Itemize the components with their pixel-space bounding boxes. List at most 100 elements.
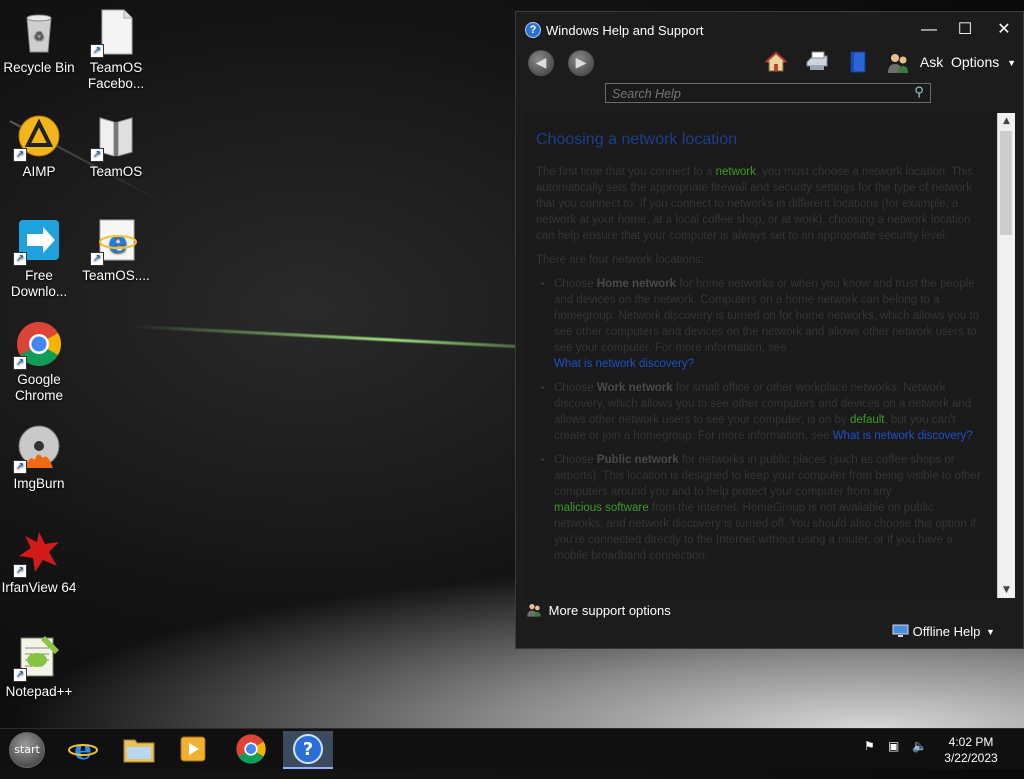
forward-button[interactable]: ▶ — [568, 50, 594, 76]
item-bold: Public network — [596, 454, 679, 466]
svg-text:♻: ♻ — [34, 29, 45, 43]
desktop-icon-teamos-facebook[interactable]: ↗ TeamOS Facebo... — [78, 8, 154, 92]
article-heading: Choosing a network location — [536, 131, 738, 148]
shortcut-arrow-icon: ↗ — [13, 148, 27, 162]
notepad-icon: ↗ — [13, 632, 63, 682]
disc-fire-icon: ↗ — [13, 424, 63, 474]
document-icon: ↗ — [90, 8, 140, 58]
shortcut-arrow-icon: ↗ — [13, 252, 27, 266]
svg-text:?: ? — [303, 739, 313, 760]
shortcut-arrow-icon: ↗ — [13, 564, 27, 578]
desktop-icon-label: Recycle Bin — [3, 60, 75, 75]
desktop-icon-label: TeamOS — [89, 164, 143, 179]
aimp-icon: ↗ — [13, 112, 63, 162]
internet-explorer-icon: e — [68, 733, 98, 766]
taskbar-file-explorer[interactable] — [121, 731, 157, 767]
back-button[interactable]: ◀ — [528, 50, 554, 76]
scroll-up-icon[interactable]: ▲ — [998, 113, 1015, 129]
media-player-icon — [180, 736, 206, 762]
svg-text:e: e — [74, 733, 92, 765]
desktop-icon-irfanview[interactable]: ↗ IrfanView 64 — [1, 528, 77, 596]
browse-help-button[interactable] — [848, 48, 868, 76]
volume-muted-icon[interactable]: 🔈 — [912, 739, 927, 753]
desktop-icon-label: IrfanView 64 — [1, 580, 77, 595]
malicious-software-link[interactable]: malicious software — [554, 502, 649, 514]
folder-icon — [123, 739, 155, 763]
print-button[interactable] — [804, 48, 830, 76]
close-button[interactable]: ✕ — [989, 18, 1019, 42]
taskbar-help-and-support[interactable]: ? — [283, 731, 333, 769]
irfanview-icon: ↗ — [13, 528, 63, 578]
desktop-icon-label: Notepad++ — [5, 684, 73, 699]
desktop-icon-teamos-ie[interactable]: e ↗ TeamOS.... — [78, 216, 154, 284]
people-icon — [888, 54, 908, 74]
desktop-icon-label: Free Downlo... — [10, 268, 68, 299]
desktop-icon-recycle-bin[interactable]: ♻ Recycle Bin — [1, 8, 77, 76]
location-list: Choose Home network for home networks or… — [536, 276, 986, 564]
title-bar[interactable]: ? Windows Help and Support — ☐ ✕ — [516, 12, 1023, 48]
shortcut-arrow-icon: ↗ — [90, 252, 104, 266]
help-content-pane[interactable]: Choosing a network location The first ti… — [524, 112, 994, 599]
taskbar-internet-explorer[interactable]: e — [65, 731, 101, 767]
network-icon[interactable]: ▣ — [888, 739, 899, 753]
shortcut-arrow-icon: ↗ — [90, 44, 104, 58]
chrome-icon: ↗ — [13, 320, 63, 370]
item-bold: Home network — [596, 278, 677, 290]
shortcut-arrow-icon: ↗ — [13, 668, 27, 682]
network-link[interactable]: network — [716, 166, 756, 178]
system-clock[interactable]: 4:02 PM 3/22/2023 — [938, 734, 1004, 766]
ask-button[interactable]: Ask — [886, 48, 943, 76]
article-subhead: There are four network locations: — [536, 254, 705, 266]
article-intro: The first time that you connect to a net… — [536, 164, 986, 244]
taskbar: start e ? ⚑ ▣ 🔈 4:02 PM 3/22/2023 — [0, 728, 1024, 769]
desktop-icon-google-chrome[interactable]: ↗ Google Chrome — [1, 320, 77, 404]
start-button[interactable]: start — [9, 732, 45, 768]
flag-icon[interactable]: ⚑ — [864, 739, 875, 753]
scroll-down-icon[interactable]: ▼ — [998, 582, 1015, 598]
taskbar-google-chrome[interactable] — [233, 731, 269, 767]
desktop-icon-notepad-plus-plus[interactable]: ↗ Notepad++ — [1, 632, 77, 700]
offline-help-label: Offline Help — [912, 624, 981, 639]
options-menu[interactable]: Options ▼ — [951, 48, 1016, 76]
scroll-thumb[interactable] — [1000, 131, 1012, 235]
home-icon — [764, 51, 788, 72]
item-text: Choose — [554, 278, 597, 290]
maximize-button[interactable]: ☐ — [950, 18, 980, 42]
desktop-icon-teamos[interactable]: ↗ TeamOS — [78, 112, 154, 180]
shortcut-arrow-icon: ↗ — [13, 460, 27, 474]
desktop-icon-aimp[interactable]: ↗ AIMP — [1, 112, 77, 180]
article: Choosing a network location The first ti… — [536, 132, 986, 572]
shortcut-arrow-icon: ↗ — [90, 148, 104, 162]
vertical-scrollbar[interactable]: ▲ ▼ — [997, 113, 1015, 598]
network-discovery-link[interactable]: What is network discovery? — [833, 430, 973, 442]
taskbar-media-player[interactable] — [175, 731, 211, 767]
more-support-options-link[interactable]: More support options — [526, 602, 671, 618]
help-icon: ? — [293, 734, 323, 764]
ask-label: Ask — [919, 54, 944, 70]
search-input[interactable] — [610, 85, 910, 103]
desktop-icon-label: ImgBurn — [13, 476, 65, 491]
chrome-icon — [236, 734, 266, 764]
home-button[interactable] — [764, 48, 788, 76]
item-text: Choose — [554, 382, 597, 394]
desktop-icon-free-download-manager[interactable]: ↗ Free Downlo... — [1, 216, 77, 300]
arrow-left-icon: ◀ — [535, 55, 547, 71]
desktop-icon-label: TeamOS.... — [82, 268, 150, 283]
list-item-public: Choose Public network for networks in pu… — [554, 452, 986, 564]
network-discovery-link[interactable]: What is network discovery? — [554, 358, 694, 370]
printer-icon — [806, 51, 828, 70]
default-link[interactable]: default — [850, 414, 885, 426]
people-icon — [527, 604, 541, 617]
book-icon: ↗ — [90, 112, 140, 162]
offline-help-menu[interactable]: Offline Help ▼ — [892, 624, 995, 639]
minimize-button[interactable]: — — [914, 18, 944, 42]
internet-explorer-icon: e ↗ — [90, 216, 140, 266]
shortcut-arrow-icon: ↗ — [13, 356, 27, 370]
desktop-icon-label: Google Chrome — [14, 372, 63, 403]
search-icon[interactable]: ⚲ — [911, 85, 927, 101]
options-label: Options — [951, 54, 1000, 70]
desktop-icon-imgburn[interactable]: ↗ ImgBurn — [1, 424, 77, 492]
intro-text: The first time that you connect to a — [536, 166, 716, 178]
item-text: Choose — [554, 454, 597, 466]
search-box: ⚲ — [605, 83, 931, 103]
